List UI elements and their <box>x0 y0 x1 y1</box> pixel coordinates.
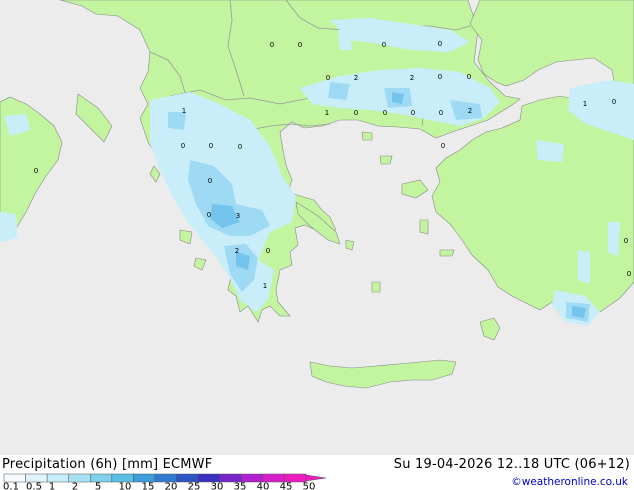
limnos <box>379 155 393 165</box>
thasos <box>361 131 373 141</box>
value-label: 1 <box>325 109 329 117</box>
value-label: 0 <box>209 142 213 150</box>
samos <box>439 249 455 257</box>
value-label: 0 <box>411 109 415 117</box>
legend-tick-label: 25 <box>188 482 201 490</box>
value-label: 0 <box>439 109 443 117</box>
value-label: 0 <box>270 41 274 49</box>
legend-tick-label: 0.1 <box>3 482 19 490</box>
value-label: 0 <box>438 40 442 48</box>
value-label: 0 <box>624 237 628 245</box>
value-label: 0 <box>441 142 445 150</box>
value-label: 0 <box>181 142 185 150</box>
precipitation-map: 0 0 0 0 0 2 2 0 0 1 0 0 0 0 2 1 0 0 0 0 … <box>0 0 634 455</box>
value-label: 1 <box>583 100 587 108</box>
legend-tick-label: 50 <box>303 482 316 490</box>
value-label: 2 <box>354 74 358 82</box>
value-label: 2 <box>410 74 414 82</box>
map-title: Precipitation (6h) [mm] ECMWF <box>2 457 213 472</box>
legend-tick-label: 45 <box>280 482 293 490</box>
value-label: 0 <box>207 211 211 219</box>
value-label: 0 <box>438 73 442 81</box>
value-label: 0 <box>298 41 302 49</box>
value-label: 1 <box>263 282 267 290</box>
value-label: 0 <box>382 41 386 49</box>
value-label: 0 <box>612 98 616 106</box>
value-label: 2 <box>468 107 472 115</box>
value-label: 0 <box>238 143 242 151</box>
legend-tick-label: 20 <box>165 482 178 490</box>
chios <box>419 219 429 235</box>
legend-tick-label: 2 <box>72 482 78 490</box>
value-label: 0 <box>266 247 270 255</box>
legend-tick-label: 5 <box>95 482 101 490</box>
value-label: 0 <box>208 177 212 185</box>
legend-arrow <box>305 474 327 482</box>
color-scale-legend: 0.1 0.5 1 2 5 10 15 20 25 30 35 40 45 50 <box>3 473 327 490</box>
value-label: 0 <box>354 109 358 117</box>
legend-tick-label: 30 <box>211 482 224 490</box>
value-label: 0 <box>467 73 471 81</box>
legend-tick-label: 35 <box>234 482 247 490</box>
valid-time: Su 19-04-2026 12..18 UTC (06+12) <box>393 457 630 472</box>
legend-tick-label: 40 <box>257 482 270 490</box>
value-label: 2 <box>235 247 239 255</box>
value-label: 1 <box>182 107 186 115</box>
legend-tick-label: 15 <box>142 482 155 490</box>
value-label: 0 <box>34 167 38 175</box>
legend-tick-label: 0.5 <box>26 482 42 490</box>
value-label: 0 <box>326 74 330 82</box>
value-label: 3 <box>236 212 240 220</box>
value-label: 0 <box>627 270 631 278</box>
value-label: 0 <box>383 109 387 117</box>
legend-tick-label: 10 <box>119 482 132 490</box>
legend-labels: 0.1 0.5 1 2 5 10 15 20 25 30 35 40 45 50 <box>3 482 315 490</box>
legend-tick-label: 1 <box>49 482 55 490</box>
credit-link[interactable]: ©weatheronline.co.uk <box>511 476 628 488</box>
naxos <box>371 281 381 293</box>
